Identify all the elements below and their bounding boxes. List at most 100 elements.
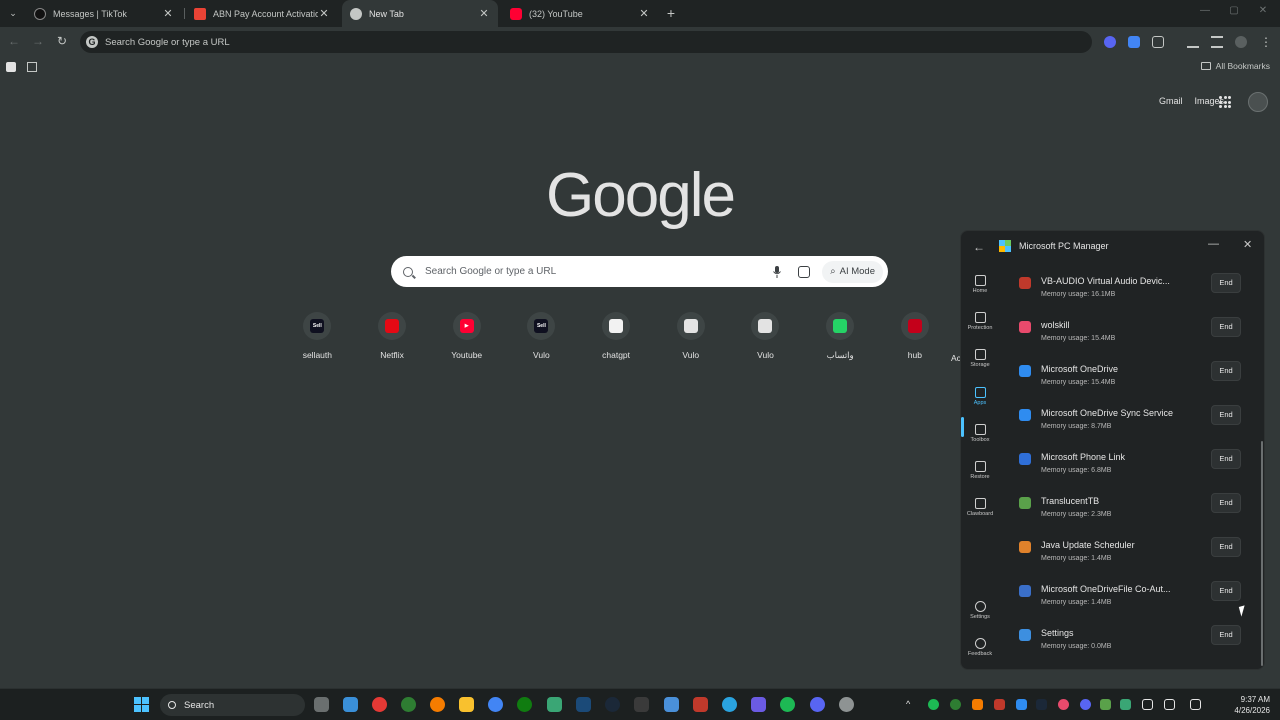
sidebar-item-clawboard[interactable]: Clawboard: [961, 498, 999, 517]
end-process-button[interactable]: End: [1211, 625, 1241, 645]
shortcut-1[interactable]: Netflix: [355, 312, 430, 361]
shortcut-0[interactable]: Sell sellauth: [280, 312, 355, 361]
translate-icon[interactable]: [1128, 36, 1140, 48]
end-process-button[interactable]: End: [1211, 537, 1241, 557]
task-view-icon[interactable]: [314, 697, 329, 712]
end-process-button[interactable]: End: [1211, 449, 1241, 469]
translucenttb-tray-icon[interactable]: [1100, 699, 1111, 710]
bookmark-icon[interactable]: [6, 62, 16, 72]
close-tab-icon[interactable]: ✕: [162, 7, 174, 20]
discord-tray-icon[interactable]: [1080, 699, 1091, 710]
end-process-button[interactable]: End: [1211, 581, 1241, 601]
sidebar-item-storage[interactable]: Storage: [961, 349, 999, 368]
tray-icon[interactable]: [994, 699, 1005, 710]
google-profile-avatar[interactable]: [1248, 92, 1268, 112]
sidebar-item-feedback[interactable]: Feedback: [961, 638, 999, 657]
minimize-icon[interactable]: —: [1198, 5, 1212, 16]
start-button[interactable]: [134, 697, 149, 712]
app-icon[interactable]: [576, 697, 591, 712]
microphone-icon[interactable]: [772, 265, 782, 278]
tray-icon[interactable]: [950, 699, 961, 710]
calculator-icon[interactable]: [343, 697, 358, 712]
shortcut-7[interactable]: واتساب: [803, 312, 878, 361]
network-icon[interactable]: [1190, 699, 1201, 710]
back-icon[interactable]: ←: [6, 33, 22, 49]
tab-tiktok[interactable]: Messages | TikTok ✕: [26, 0, 182, 27]
tab-new-tab[interactable]: New Tab ✕: [342, 0, 498, 27]
chrome-icon[interactable]: [488, 697, 503, 712]
shortcut-8[interactable]: hub: [878, 312, 953, 361]
sidebar-item-home[interactable]: Home: [961, 275, 999, 294]
shortcut-2[interactable]: ▶ Youtube: [429, 312, 504, 361]
chevron-up-icon[interactable]: ^: [906, 699, 917, 710]
telegram-icon[interactable]: [722, 697, 737, 712]
end-process-button[interactable]: End: [1211, 317, 1241, 337]
microphone-tray-icon[interactable]: [1142, 699, 1153, 710]
file-explorer-icon[interactable]: [459, 697, 474, 712]
app-icon[interactable]: [430, 697, 445, 712]
spotify-icon[interactable]: [780, 697, 795, 712]
language-tray-icon[interactable]: [1164, 699, 1175, 710]
ntp-search-box[interactable]: Search Google or type a URL ⌕ AI Mode: [391, 256, 888, 287]
shortcut-3[interactable]: Sell Vulo: [504, 312, 579, 361]
shortcut-6[interactable]: Vulo: [728, 312, 803, 361]
profile-avatar[interactable]: [1235, 36, 1247, 48]
google-apps-icon[interactable]: [1219, 96, 1231, 108]
onedrive-tray-icon[interactable]: [1016, 699, 1027, 710]
voicemeeter-icon[interactable]: [693, 697, 708, 712]
shortcut-4[interactable]: chatgpt: [579, 312, 654, 361]
spotify-tray-icon[interactable]: [928, 699, 939, 710]
minimize-icon[interactable]: —: [1208, 238, 1219, 250]
ai-mode-button[interactable]: ⌕ AI Mode: [822, 260, 883, 283]
tray-icon[interactable]: [1058, 699, 1069, 710]
end-process-button[interactable]: End: [1211, 361, 1241, 381]
discord-icon[interactable]: [810, 697, 825, 712]
shortcut-5[interactable]: Vulo: [653, 312, 728, 361]
lens-icon[interactable]: [798, 265, 811, 278]
forward-icon[interactable]: →: [30, 33, 46, 49]
sidebar-item-toolbox[interactable]: Toolbox: [961, 424, 999, 443]
epic-games-icon[interactable]: [634, 697, 649, 712]
media-player-icon[interactable]: [372, 697, 387, 712]
extension-icon[interactable]: [1104, 36, 1116, 48]
end-process-button[interactable]: End: [1211, 493, 1241, 513]
app-icon[interactable]: [751, 697, 766, 712]
sidebar-item-restore[interactable]: Restore: [961, 461, 999, 480]
pc-manager-taskbar-icon[interactable]: [547, 697, 562, 712]
sidebar-item-apps[interactable]: Apps: [961, 387, 999, 406]
reload-icon[interactable]: ↻: [54, 33, 70, 49]
back-arrow-icon[interactable]: ←: [973, 240, 985, 254]
tab-youtube[interactable]: (32) YouTube ✕: [502, 0, 658, 27]
close-tab-icon[interactable]: ✕: [478, 7, 490, 20]
close-icon[interactable]: ✕: [1243, 238, 1252, 251]
maximize-icon[interactable]: ▢: [1227, 5, 1241, 16]
app-icon[interactable]: [839, 697, 854, 712]
end-process-button[interactable]: End: [1211, 273, 1241, 293]
app-icon[interactable]: [401, 697, 416, 712]
pc-manager-tray-icon[interactable]: [1120, 699, 1131, 710]
window-close-icon[interactable]: ✕: [1256, 5, 1270, 16]
media-icon[interactable]: [1211, 36, 1223, 48]
scrollbar[interactable]: [1261, 441, 1263, 666]
steam-icon[interactable]: [605, 697, 620, 712]
sidebar-item-settings[interactable]: Settings: [961, 601, 999, 620]
sidebar-item-protection[interactable]: Protection: [961, 312, 999, 331]
app-icon[interactable]: [664, 697, 679, 712]
menu-icon[interactable]: ⋮: [1258, 34, 1274, 50]
gmail-link[interactable]: Gmail: [1159, 96, 1183, 106]
close-tab-icon[interactable]: ✕: [638, 7, 650, 20]
download-icon[interactable]: [1187, 36, 1199, 48]
taskbar-search[interactable]: Search: [160, 694, 305, 716]
new-tab-button[interactable]: +: [662, 3, 680, 23]
system-clock[interactable]: 9:37 AM 4/26/2026: [1220, 694, 1270, 716]
all-bookmarks[interactable]: All Bookmarks: [1200, 61, 1270, 71]
end-process-button[interactable]: End: [1211, 405, 1241, 425]
puzzle-icon[interactable]: [1152, 36, 1164, 48]
tray-icon[interactable]: [972, 699, 983, 710]
xbox-icon[interactable]: [517, 697, 532, 712]
tab-search-button[interactable]: ⌄: [4, 5, 22, 22]
omnibox[interactable]: G Search Google or type a URL: [80, 31, 1092, 53]
tab-abn[interactable]: ABN Pay Account Activation - ✕: [186, 0, 338, 27]
steam-tray-icon[interactable]: [1036, 699, 1047, 710]
tab-groups-icon[interactable]: [27, 62, 37, 72]
